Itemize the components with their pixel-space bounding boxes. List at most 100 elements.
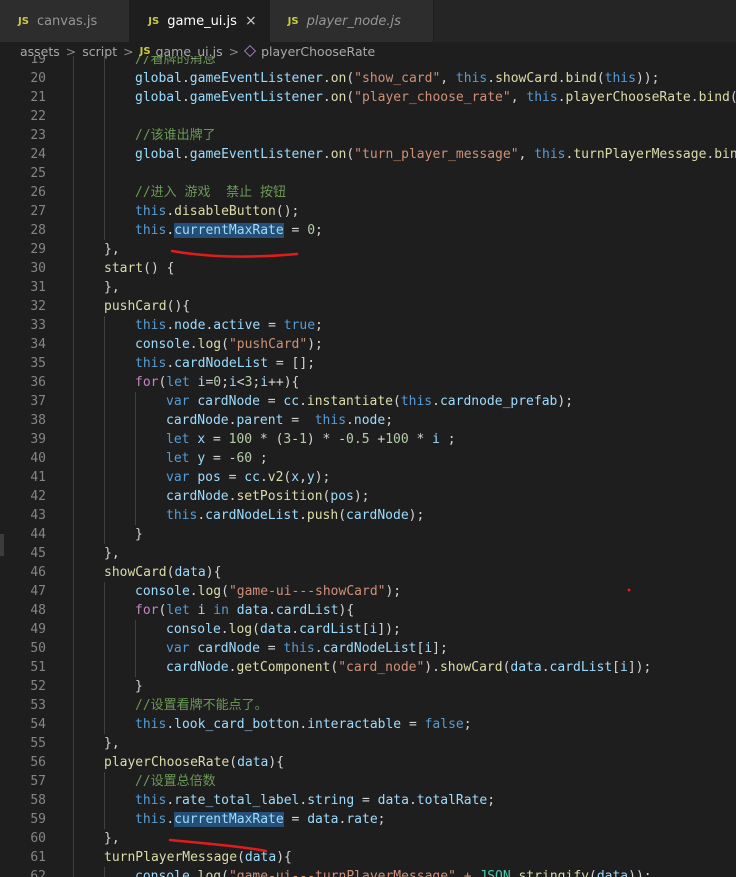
code-line[interactable]: 29},	[0, 240, 736, 259]
code-line[interactable]: 36 for(let i=0;i<3;i++){	[0, 373, 736, 392]
code-line[interactable]: 26 //进入 游戏 禁止 按钮	[0, 183, 736, 202]
code-line[interactable]: 54 this.look_card_botton.interactable = f…	[0, 715, 736, 734]
code-line[interactable]: 22	[0, 107, 736, 126]
code-line[interactable]: 40 let y = -60 ;	[0, 449, 736, 468]
indent-guide	[73, 145, 74, 164]
code-line[interactable]: 43 this.cardNodeList.push(cardNode);	[0, 506, 736, 525]
code-token: cardList	[299, 622, 362, 637]
code-line[interactable]: 21 global.gameEventListener.on("player_ch…	[0, 88, 736, 107]
code-token: data	[596, 869, 629, 877]
code-text: this.currentMaxRate = 0;	[135, 221, 323, 240]
code-token: (	[221, 584, 229, 599]
code-token: let	[166, 603, 190, 618]
indent-guide	[73, 810, 74, 829]
code-line[interactable]: 41 var pos = cc.v2(x,y);	[0, 468, 736, 487]
code-line[interactable]: 37 var cardNode = cc.instantiate(this.car…	[0, 392, 736, 411]
code-line[interactable]: 52}	[0, 677, 736, 696]
line-number: 45	[30, 546, 46, 561]
code-line[interactable]: 58 this.rate_total_label.string = data.to…	[0, 791, 736, 810]
code-token: ) * -	[306, 432, 347, 447]
code-token: 1	[299, 432, 307, 447]
tab-game-ui-js[interactable]: JS game_ui.js ×	[130, 0, 270, 42]
code-line[interactable]: 59 this.currentMaxRate = data.rate;	[0, 810, 736, 829]
code-token: .	[291, 622, 300, 637]
code-line[interactable]: 30 start() {	[0, 259, 736, 278]
code-line[interactable]: 19 //看牌的消息	[0, 56, 736, 69]
code-token: this	[534, 147, 566, 162]
code-line[interactable]: 46 showCard(data){	[0, 563, 736, 582]
code-line[interactable]: 25	[0, 164, 736, 183]
code-token: showCard	[104, 565, 167, 580]
code-line[interactable]: 48 for(let i in data.cardList){	[0, 601, 736, 620]
code-line[interactable]: 51 cardNode.getComponent("card_node").sho…	[0, 658, 736, 677]
code-line[interactable]: 60},	[0, 829, 736, 848]
code-line[interactable]: 27 this.disableButton();	[0, 202, 736, 221]
code-token: let	[166, 451, 190, 466]
code-token: this	[135, 356, 167, 371]
code-token: .	[346, 413, 354, 428]
code-line[interactable]: 47 console.log("game-ui---showCard");	[0, 582, 736, 601]
indent-guide	[73, 373, 74, 392]
code-token: .	[181, 90, 190, 105]
code-line[interactable]: 56 playerChooseRate(data){	[0, 753, 736, 772]
code-token: "show_card"	[354, 71, 441, 86]
code-token: cardNode	[166, 489, 229, 504]
code-token: ){	[268, 755, 285, 770]
indent-guide	[73, 335, 74, 354]
code-line[interactable]: 57 //设置总倍数	[0, 772, 736, 791]
indent-guide	[104, 183, 105, 202]
indent-guide	[73, 696, 74, 715]
code-token: JSON	[479, 869, 511, 877]
line-number: 52	[30, 679, 46, 694]
code-token: this	[135, 223, 167, 238]
code-token: y	[197, 451, 206, 466]
indent-guide	[73, 506, 74, 525]
code-line[interactable]: 42 cardNode.setPosition(pos);	[0, 487, 736, 506]
indent-guide	[104, 221, 105, 240]
code-line[interactable]: 31},	[0, 278, 736, 297]
code-text: //进入 游戏 禁止 按钮	[135, 183, 286, 202]
code-text: global.gameEventListener.on("turn_player…	[135, 145, 736, 164]
tab-player-node-js[interactable]: JS player_node.js	[269, 0, 434, 42]
code-line[interactable]: 23 //该谁出牌了	[0, 126, 736, 145]
indent-guide	[73, 468, 74, 487]
code-line[interactable]: 53 //设置看牌不能点了。	[0, 696, 736, 715]
code-token: .	[322, 90, 331, 105]
code-token: this	[526, 90, 558, 105]
code-line[interactable]: 20 global.gameEventListener.on("show_card…	[0, 69, 736, 88]
code-line[interactable]: 49 console.log(data.cardList[i]);	[0, 620, 736, 639]
code-editor[interactable]: 19//看牌的消息 20 global.gameEventListener.on("…	[0, 56, 736, 877]
code-line[interactable]: 62 console.log("game-ui---turnPlayerMessa…	[0, 867, 736, 877]
code-line[interactable]: 38 cardNode.parent = this.node;	[0, 411, 736, 430]
code-line[interactable]: 39 let x = 100 * (3-1) * -0.5 +100 * i ;	[0, 430, 736, 449]
indent-guide	[73, 753, 74, 772]
code-token: (	[346, 90, 355, 105]
code-line[interactable]: 33 this.node.active = true;	[0, 316, 736, 335]
code-token: cardNode	[166, 413, 229, 428]
indent-guide	[73, 658, 74, 677]
code-line[interactable]: 44}	[0, 525, 736, 544]
line-number: 44	[30, 527, 46, 542]
code-token: ]);	[627, 660, 652, 675]
code-token: var	[166, 470, 190, 485]
code-token: cardnode_prefab	[439, 394, 558, 409]
code-line[interactable]: 28 this.currentMaxRate = 0;	[0, 221, 736, 240]
indent-guide	[104, 696, 105, 715]
code-line[interactable]: 35 this.cardNodeList = [];	[0, 354, 736, 373]
line-number: 57	[30, 774, 46, 789]
code-line[interactable]: 50 var cardNode = this.cardNodeList[i];	[0, 639, 736, 658]
code-line[interactable]: 24 global.gameEventListener.on("turn_play…	[0, 145, 736, 164]
close-icon[interactable]: ×	[245, 13, 257, 29]
indent-guide	[135, 639, 136, 658]
code-line[interactable]: 55},	[0, 734, 736, 753]
code-token: ;	[315, 223, 323, 238]
code-line[interactable]: 32 pushCard(){	[0, 297, 736, 316]
line-number: 41	[30, 470, 46, 485]
tab-canvas-js[interactable]: JS canvas.js	[0, 0, 131, 42]
code-line[interactable]: 34 console.log("pushCard");	[0, 335, 736, 354]
code-line[interactable]: 45},	[0, 544, 736, 563]
code-token: gameEventListener	[189, 147, 323, 162]
code-line[interactable]: 61 turnPlayerMessage(data){	[0, 848, 736, 867]
code-token: parent	[236, 413, 284, 428]
code-token: (	[730, 90, 736, 105]
